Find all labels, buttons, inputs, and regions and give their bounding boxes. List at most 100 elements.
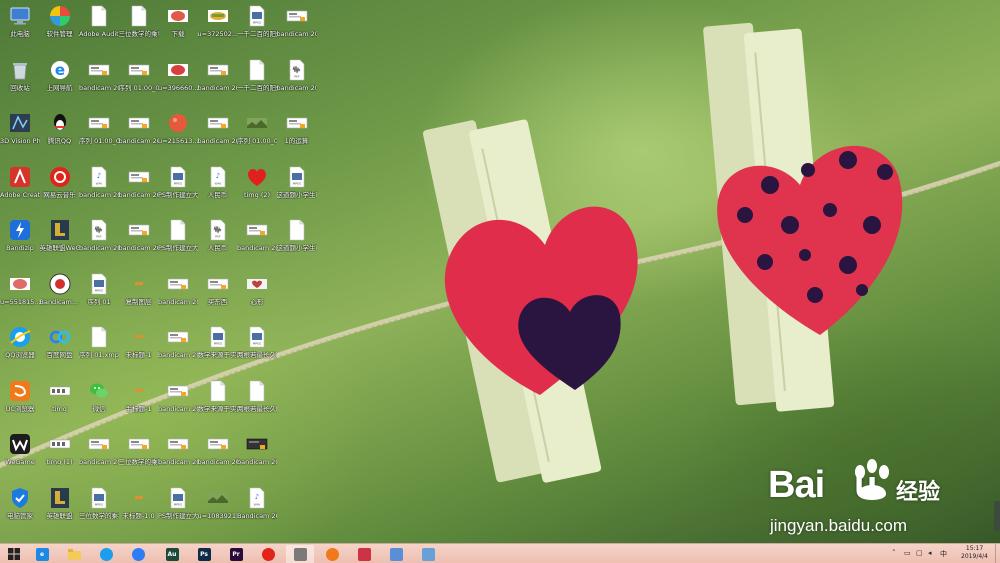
desktop-icon[interactable]: timg (2) xyxy=(237,165,277,199)
desktop-icon[interactable]: bandicam 2019-04-0... xyxy=(158,379,198,413)
desktop-icon[interactable]: 3D Vision Photo V... xyxy=(0,111,40,145)
desktop-icon[interactable]: 三位数学的乘积选… xyxy=(119,4,159,38)
desktop-icon[interactable]: ♪WAV Bandicam 2019-04-0... xyxy=(237,486,277,520)
desktop-icon[interactable]: bandicam 2019-04-0... xyxy=(158,325,198,359)
tray-language-indicator[interactable]: 中 xyxy=(940,549,947,559)
desktop-icon[interactable]: bandicam 2019-04-0... xyxy=(119,111,159,145)
desktop-icon[interactable]: 三位数学的乘积选… xyxy=(119,432,159,466)
desktop-icon[interactable]: MPEG PS制作建立大重复… xyxy=(158,486,198,520)
tray-volume-icon[interactable]: ◂ xyxy=(928,549,932,557)
desktop-icon[interactable]: Adobe Audition C... xyxy=(79,4,119,38)
desktop-icon[interactable]: 微信 xyxy=(79,379,119,413)
desktop-icon[interactable]: u=215613... xyxy=(158,111,198,145)
desktop-icon[interactable]: UC浏览器 xyxy=(0,379,40,413)
desktop-icon[interactable]: bandicam 2019-03-3... xyxy=(79,432,119,466)
video-icon xyxy=(128,64,149,75)
desktop-icon[interactable]: 下载 xyxy=(158,4,198,38)
desktop-icon[interactable]: MPEG 数学来源于实践要应用… xyxy=(198,325,238,359)
desktop-icon[interactable]: MPEG 序列 01 xyxy=(79,272,119,306)
desktop-icon[interactable]: 英雄联盟WeGame版 xyxy=(40,218,80,252)
taskbar-ie-button[interactable]: e xyxy=(28,545,56,563)
desktop-icon[interactable]: u=1083921... xyxy=(198,486,238,520)
desktop-icon[interactable]: bandicam 2019-04-0... xyxy=(158,272,198,306)
desktop-icon[interactable]: PS制作建立大重复… xyxy=(158,218,198,252)
wav-icon: ♪WAV xyxy=(210,166,225,187)
desktop-icon[interactable]: 回收站 xyxy=(0,58,40,92)
desktop-icon-label: bandicam 2019-04-0... xyxy=(276,83,317,92)
desktop-icon[interactable]: 复制图层 xyxy=(119,272,159,306)
desktop-icon[interactable]: ♪WAV bandicam 2019-03-3... xyxy=(79,165,119,199)
desktop-icon[interactable]: bandicam 2019-04-0... xyxy=(198,58,238,92)
desktop-icon[interactable]: 买东西 xyxy=(198,272,238,306)
desktop-icon[interactable]: 序列 01.00_00_... xyxy=(79,111,119,145)
tray-chevron-icon[interactable]: ˄ xyxy=(892,549,896,557)
show-desktop-button[interactable] xyxy=(995,544,1000,563)
desktop-icon[interactable]: 两根若最长久时，又怎么… xyxy=(237,379,277,413)
desktop-icon[interactable]: 序列 01.xmp xyxy=(79,325,119,359)
desktop-icon[interactable]: 数学来源于实践要应用… xyxy=(198,379,238,413)
taskbar-notepad-button[interactable] xyxy=(414,545,442,563)
taskbar-uc-browser-button[interactable] xyxy=(318,545,346,563)
desktop-icon[interactable]: 一千二百的阳规建面怎么… xyxy=(237,58,277,92)
desktop-icon[interactable]: Adobe Creati... xyxy=(0,165,40,199)
desktop-icon[interactable]: 软件管理 xyxy=(40,4,80,38)
desktop-icon[interactable]: bandicam 2019-04-0... xyxy=(119,165,159,199)
taskbar-paint-button[interactable] xyxy=(382,545,410,563)
desktop-icon[interactable]: timg (1) xyxy=(40,432,80,466)
taskbar-file-explorer-button[interactable] xyxy=(60,545,88,563)
desktop-icon[interactable]: ♪ WAV 人民币 xyxy=(198,165,238,199)
desktop-icon[interactable]: Bandizip xyxy=(0,218,40,252)
desktop-icon[interactable]: 手标题-1 xyxy=(119,379,159,413)
desktop-icon[interactable]: u=372502... xyxy=(198,4,238,38)
tray-monitor-icon[interactable]: ▢ xyxy=(916,549,923,557)
desktop-icon[interactable]: u=551815... xyxy=(0,272,40,306)
desktop-icon[interactable]: PKF bandicam 2019-03-3... xyxy=(79,218,119,252)
taskbar-bandicam-button[interactable] xyxy=(286,545,314,563)
desktop-icon[interactable]: bandicam 2019-04-0... xyxy=(237,432,277,466)
desktop-icon[interactable]: 未标题-1 xyxy=(119,325,159,359)
desktop-icon[interactable]: 1的运算 xyxy=(277,111,317,145)
desktop-icon[interactable]: bandicam 2019-04-0... xyxy=(198,111,238,145)
desktop-icon[interactable]: 序列 01.00_00_... xyxy=(237,111,277,145)
taskbar-clock[interactable]: 15:17 2019/4/4 xyxy=(961,545,988,561)
desktop-icon[interactable]: 英雄联盟 xyxy=(40,486,80,520)
desktop-icon[interactable]: 此电脑 xyxy=(0,4,40,38)
desktop-icon[interactable]: MPEG 一千二百的阳规建面怎么… xyxy=(237,4,277,38)
taskbar-tool-button[interactable] xyxy=(350,545,378,563)
desktop-icon[interactable]: bandicam 2019-03-3... xyxy=(79,58,119,92)
desktop-icon[interactable]: 百度网盘 xyxy=(40,325,80,359)
desktop-icon[interactable]: 腾讯QQ xyxy=(40,111,80,145)
desktop-icon[interactable]: bandicam 2019-04-0... xyxy=(119,218,159,252)
tray-network-icon[interactable]: ▭ xyxy=(904,549,911,557)
taskbar-audition-button[interactable]: Au xyxy=(158,545,186,563)
desktop-icon[interactable]: 心形 xyxy=(237,272,277,306)
desktop-icon[interactable]: 网易云音乐 xyxy=(40,165,80,199)
desktop-icon[interactable]: timg xyxy=(40,379,80,413)
desktop-icon[interactable]: PKF bandicam 2019-04-0... xyxy=(277,58,317,92)
taskbar-baidu-netdisk-button[interactable] xyxy=(124,545,152,563)
desktop-icon[interactable]: Bandicam... - 快捷方式 xyxy=(40,272,80,306)
desktop-icon[interactable]: PKF 人民币 xyxy=(198,218,238,252)
desktop-icon[interactable]: bandicam 2019-04-0... xyxy=(158,432,198,466)
desktop-icon[interactable]: e 上网导航 xyxy=(40,58,80,92)
desktop-icon[interactable]: MPEG 两根若最长久时，又怎么… xyxy=(237,325,277,359)
side-panel-handle[interactable] xyxy=(994,501,1000,531)
desktop-icon[interactable]: 序列 01.00_00_... xyxy=(119,58,159,92)
desktop-icon[interactable]: MPEG PS制作建立大重复… xyxy=(158,165,198,199)
desktop-icon[interactable]: MPEG 这道题小学生可以做出来… xyxy=(277,165,317,199)
desktop-icon[interactable]: 这道题小学生可以做出来… xyxy=(277,218,317,252)
taskbar-netease-music-button[interactable] xyxy=(254,545,282,563)
desktop-icon[interactable]: WeGame xyxy=(0,432,40,466)
desktop-icon[interactable]: MPEG 三位数学的乘积选… xyxy=(79,486,119,520)
desktop-icon[interactable]: bandicam 2019-04-0... xyxy=(198,432,238,466)
desktop-icon[interactable]: 电脑管家 xyxy=(0,486,40,520)
taskbar-qq-browser-button[interactable] xyxy=(92,545,120,563)
taskbar-premiere-button[interactable]: Pr xyxy=(222,545,250,563)
desktop-icon[interactable]: bandicam 2019-04-0... xyxy=(277,4,317,38)
taskbar-start-button[interactable] xyxy=(0,545,28,563)
desktop-icon[interactable]: bandicam 2019-04-0... xyxy=(237,218,277,252)
desktop-icon[interactable]: QQ浏览器 xyxy=(0,325,40,359)
desktop-icon[interactable]: u=396660... xyxy=(158,58,198,92)
desktop-icon[interactable]: 未标题-1.0 xyxy=(119,486,159,520)
taskbar-photoshop-button[interactable]: Ps xyxy=(190,545,218,563)
